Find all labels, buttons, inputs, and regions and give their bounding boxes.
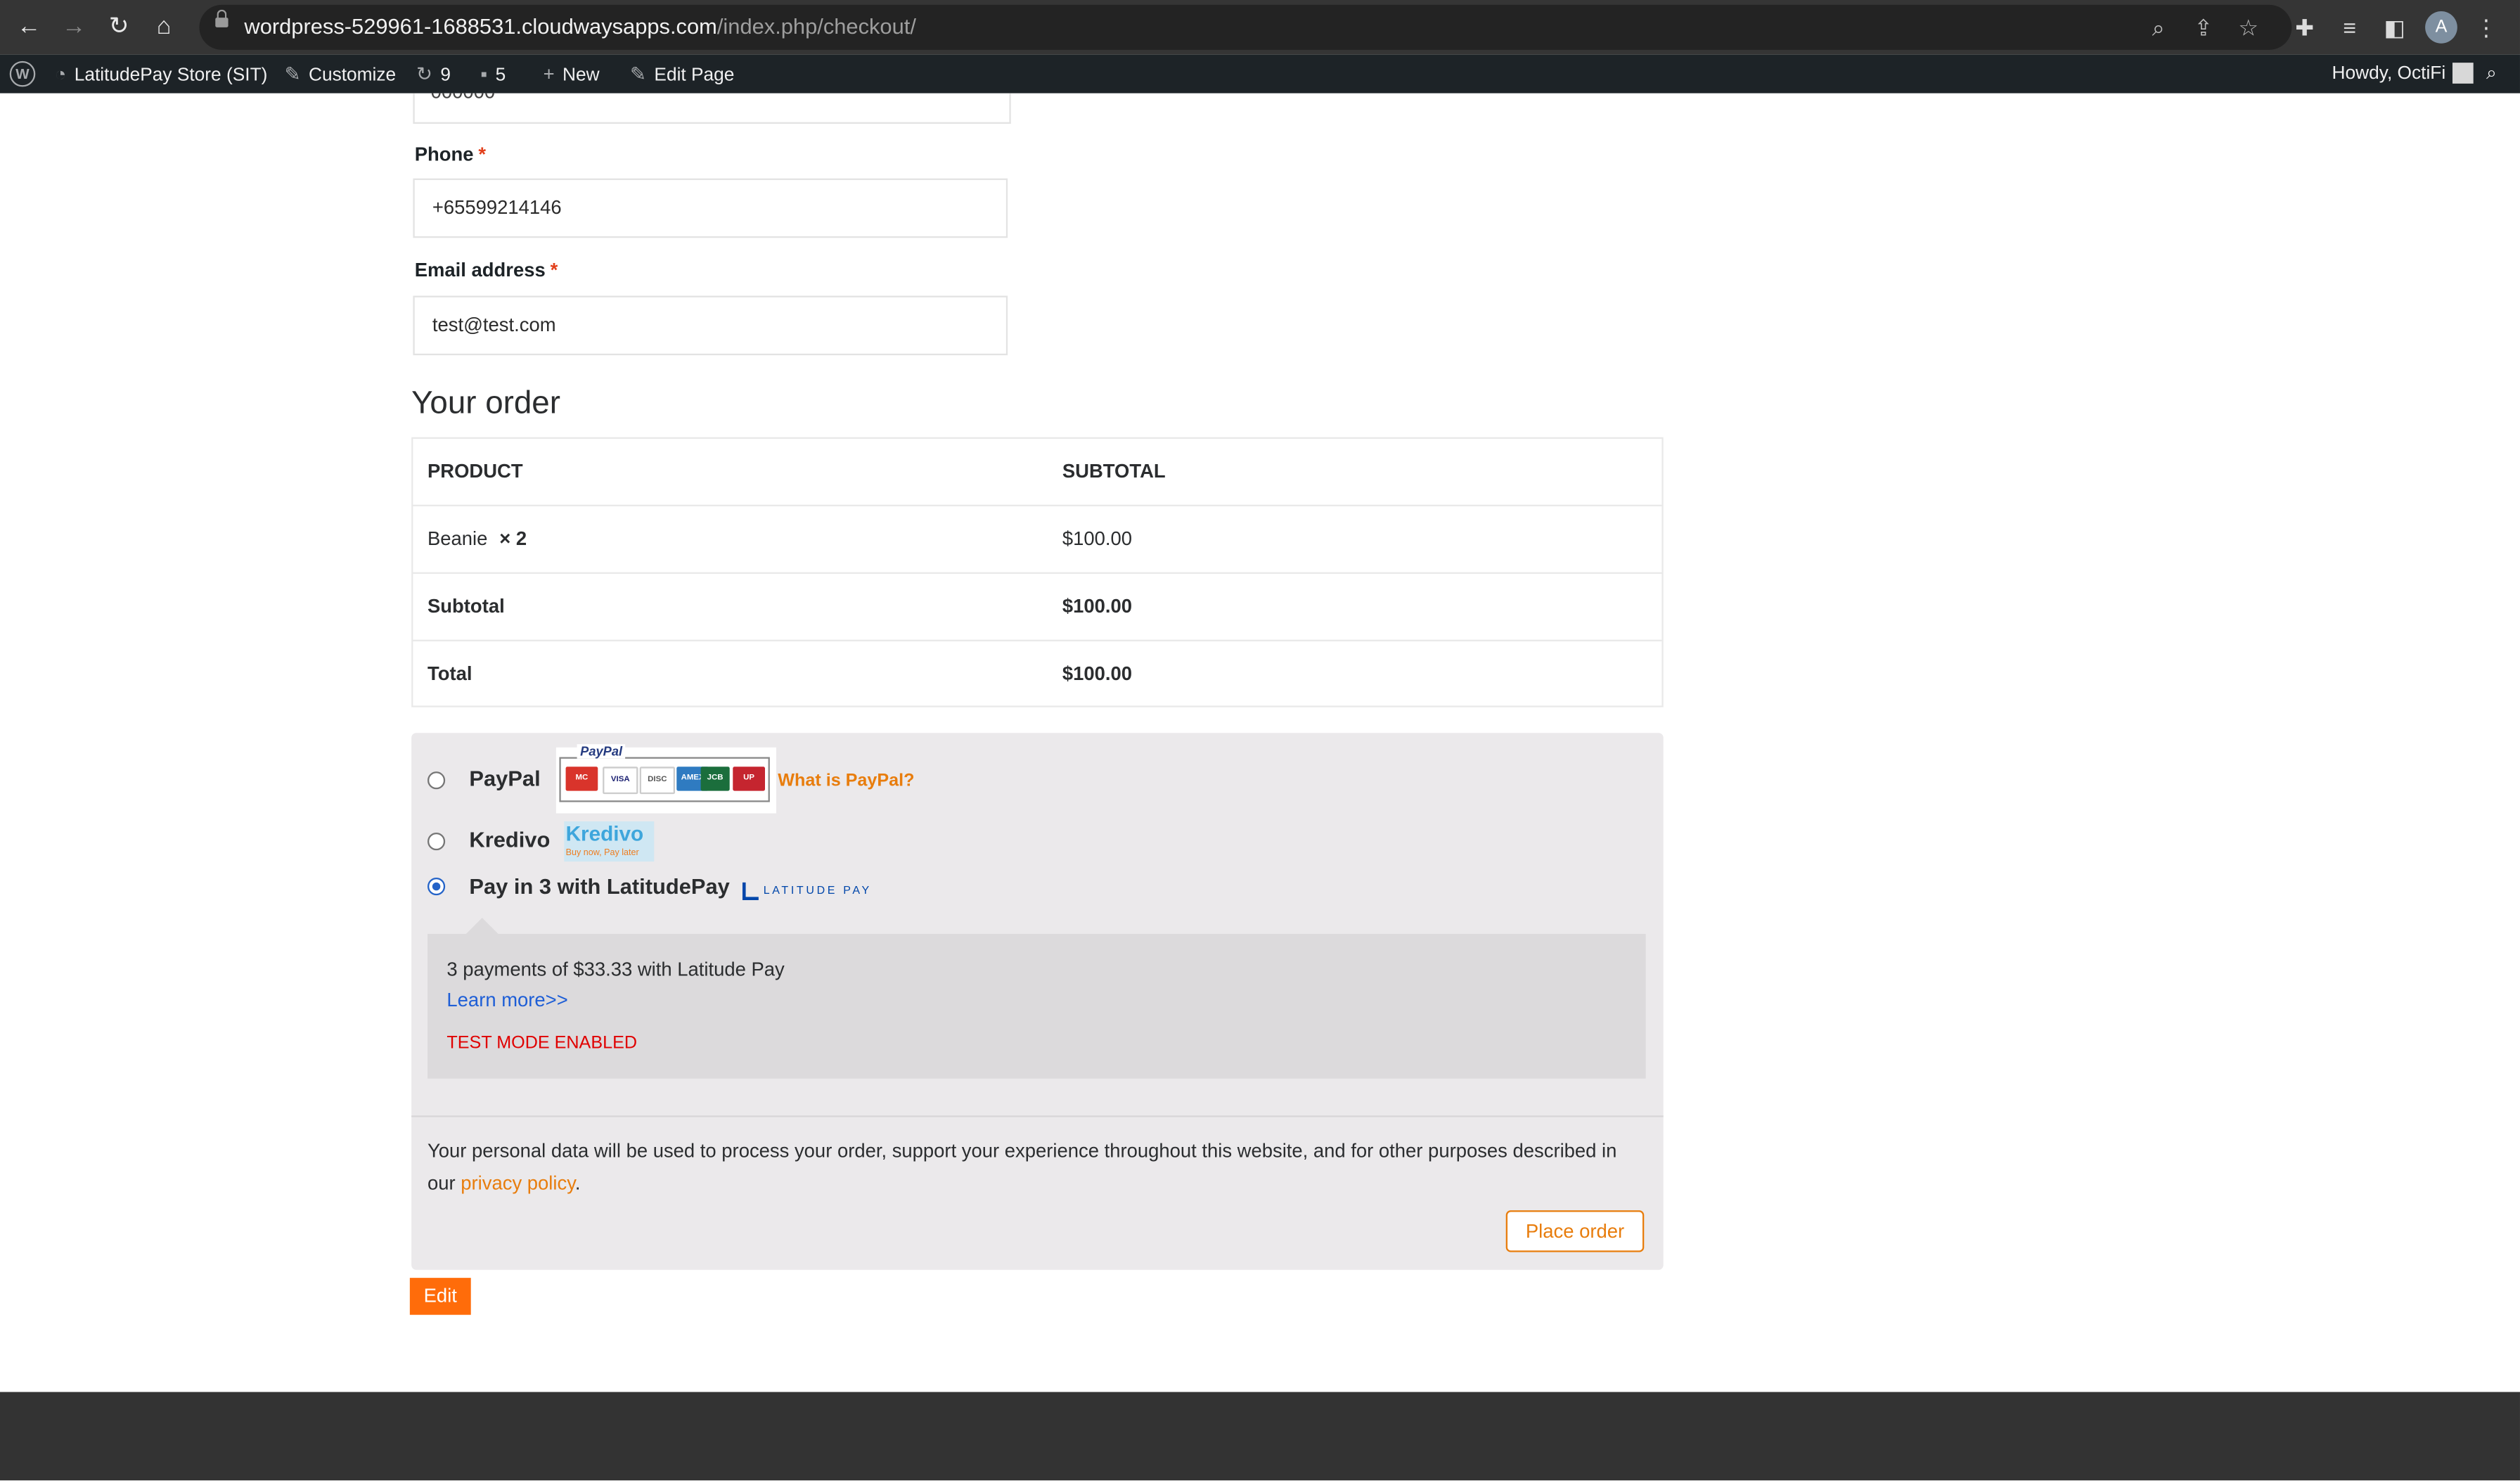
table-row: Total $100.00 (413, 641, 1661, 705)
share-icon[interactable]: ⇪ (2189, 13, 2218, 41)
dashboard-gauge-icon: ◔ (54, 63, 67, 86)
paypal-radio[interactable] (427, 771, 446, 790)
reading-list-icon[interactable]: ≡ (2335, 13, 2364, 41)
phone-label: Phone * (414, 143, 487, 166)
header-subtotal: SUBTOTAL (1062, 459, 1166, 482)
order-title: Your order (411, 385, 560, 421)
table-row: Beanie × 2 $100.00 (413, 506, 1662, 574)
installment-text: 3 payments of $33.33 with Latitude Pay (446, 958, 785, 981)
subtotal-label: Subtotal (427, 594, 505, 617)
subtotal-value: $100.00 (1062, 594, 1133, 617)
screen: ← → ↻ ⌂ wordpress-529961-1688531.cloudwa… (0, 0, 2520, 1481)
browser-menu-icon[interactable]: ⋮ (2471, 13, 2500, 41)
home-icon[interactable]: ⌂ (146, 10, 181, 45)
privacy-notice: Your personal data will be used to proce… (427, 1139, 1617, 1195)
mastercard-icon: MC (565, 767, 598, 791)
wordpress-logo-icon[interactable]: W (9, 60, 36, 87)
total-label: Total (427, 662, 472, 685)
learn-more-link[interactable]: Learn more>> (446, 989, 567, 1011)
wp-admin-bar: W ◔ LatitudePay Store (SIT) ✎ Customize ↻ 9… (0, 54, 2520, 94)
visa-icon: VISA (603, 767, 638, 795)
jcb-icon: JCB (700, 767, 730, 791)
admin-edit-page[interactable]: ✎ Edit Page (630, 55, 734, 94)
order-header-row: PRODUCT SUBTOTAL (413, 439, 1662, 506)
pencil-icon: ✎ (629, 63, 646, 86)
extensions-puzzle-icon[interactable]: ✚ (2290, 13, 2319, 41)
zoom-icon[interactable]: ⌕ (2144, 13, 2173, 41)
kredivo-label[interactable]: Kredivo (469, 828, 550, 852)
reload-icon[interactable]: ↻ (101, 10, 136, 45)
lock-icon (215, 9, 229, 27)
total-value: $100.00 (1062, 662, 1133, 685)
order-table: PRODUCT SUBTOTAL Beanie × 2 $100.00 Subt… (411, 437, 1664, 707)
kredivo-radio[interactable] (427, 832, 446, 851)
email-input[interactable]: test@test.com (413, 295, 1008, 356)
email-label: Email address * (414, 258, 558, 281)
latitude-mark-icon (742, 883, 759, 901)
plus-icon: + (543, 63, 555, 86)
admin-howdy[interactable]: Howdy, OctiFi (2332, 55, 2474, 94)
admin-customize[interactable]: ✎ Customize (285, 55, 397, 94)
updates-icon: ↻ (416, 63, 432, 86)
url-text: wordpress-529961-1688531.cloudwaysapps.c… (244, 14, 916, 39)
what-is-paypal-link[interactable]: What is PayPal? (778, 771, 914, 790)
paypal-label[interactable]: PayPal (469, 767, 540, 790)
product-quantity: × 2 (499, 527, 527, 550)
forward-arrow-icon[interactable]: → (56, 10, 91, 45)
postcode-input[interactable]: 000000 (413, 93, 1011, 124)
edit-button[interactable]: Edit (409, 1278, 471, 1315)
admin-updates[interactable]: ↻ 9 (416, 55, 451, 94)
latitudepay-description: 3 payments of $33.33 with Latitude Pay L… (427, 918, 1646, 1079)
latitudepay-label[interactable]: Pay in 3 with LatitudePay (469, 874, 729, 898)
test-mode-notice: TEST MODE ENABLED (446, 1033, 638, 1053)
side-panel-icon[interactable]: ◧ (2380, 13, 2409, 41)
product-subtotal: $100.00 (1062, 527, 1133, 550)
unionpay-icon: UP (733, 767, 765, 791)
brush-icon: ✎ (284, 63, 301, 86)
comment-icon: ▪ (480, 63, 488, 86)
latitudepay-radio[interactable] (427, 877, 446, 896)
back-arrow-icon[interactable]: ← (11, 10, 46, 45)
admin-search-icon[interactable]: ⌕ (2486, 55, 2497, 94)
privacy-policy-link[interactable]: privacy policy (461, 1172, 575, 1194)
site-footer (0, 1392, 2520, 1481)
browser-toolbar: ← → ↻ ⌂ wordpress-529961-1688531.cloudwa… (0, 0, 2520, 55)
product-name: Beanie × 2 (427, 527, 527, 550)
phone-input[interactable]: +65599214146 (413, 178, 1008, 238)
bookmark-star-icon[interactable]: ☆ (2234, 13, 2263, 41)
discover-icon: DISC (639, 767, 675, 795)
user-avatar (2452, 63, 2474, 84)
address-bar[interactable]: wordpress-529961-1688531.cloudwaysapps.c… (199, 4, 2292, 50)
table-row: Subtotal $100.00 (413, 574, 1662, 641)
header-product: PRODUCT (427, 459, 523, 482)
divider (411, 1115, 1664, 1117)
place-order-button[interactable]: Place order (1505, 1210, 1645, 1252)
payment-methods: PayPal PayPal MC VISA DISC AMEX JCB UP W… (411, 733, 1664, 1270)
latitudepay-logo: LATITUDE PAY (742, 878, 872, 901)
kredivo-logo: Kredivo Buy now, Pay later (564, 821, 655, 862)
admin-comments[interactable]: ▪ 5 (480, 55, 506, 94)
admin-site-name[interactable]: ◔ LatitudePay Store (SIT) (55, 55, 268, 94)
paypal-acceptance-logo: PayPal MC VISA DISC AMEX JCB UP (555, 744, 776, 814)
profile-avatar[interactable]: A (2425, 11, 2457, 44)
admin-new[interactable]: + New (544, 55, 600, 94)
